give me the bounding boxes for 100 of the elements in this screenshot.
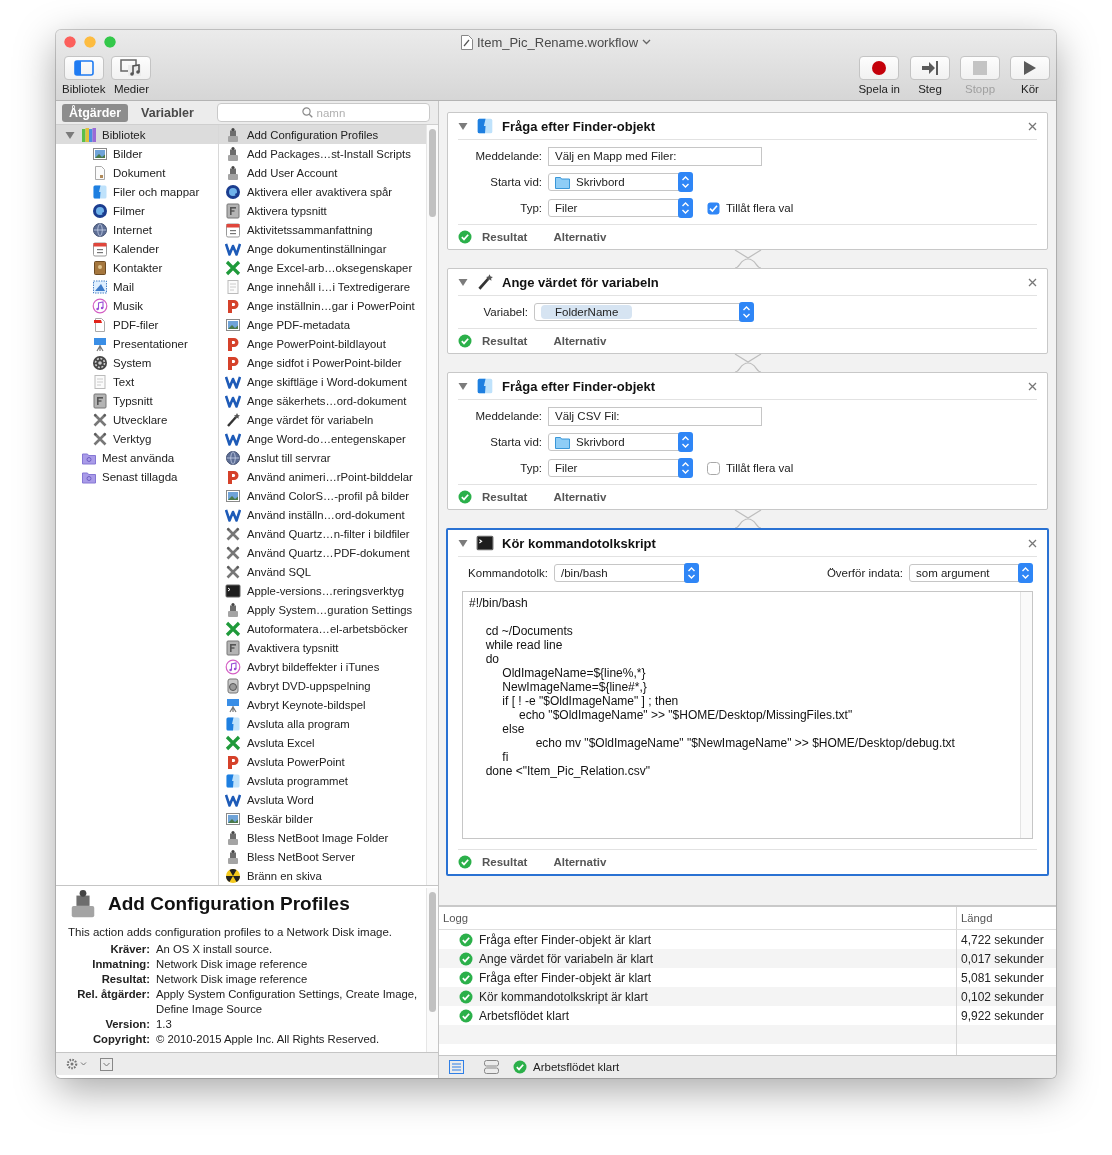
popup-button[interactable]: som argument: [909, 564, 1033, 582]
action-item[interactable]: Autoformatera…el-arbetsböcker: [219, 619, 426, 638]
library-item[interactable]: Utvecklare: [56, 410, 218, 429]
popup-button[interactable]: Filer: [548, 199, 693, 217]
column-header[interactable]: Logg: [439, 907, 956, 930]
action-item[interactable]: Ange innehåll i…i Textredigerare: [219, 277, 426, 296]
action-item[interactable]: Använd inställn…ord-dokument: [219, 505, 426, 524]
library-item[interactable]: Filmer: [56, 201, 218, 220]
popup-button[interactable]: Filer: [548, 459, 693, 477]
action-item[interactable]: Ange Word-do…entegenskaper: [219, 429, 426, 448]
popup-button[interactable]: Skrivbord: [548, 433, 693, 451]
action-item[interactable]: Ange sidfot i PowerPoint-bilder: [219, 353, 426, 372]
message-field[interactable]: Välj en Mapp med Filer:: [548, 146, 762, 166]
column-header[interactable]: Längd: [956, 907, 1056, 930]
scrollbar[interactable]: [426, 888, 438, 1052]
log-row[interactable]: Ange värdet för variabeln är klart 0,017 sekunder: [439, 949, 1056, 968]
action-item[interactable]: Aktivitetssammanfattning: [219, 220, 426, 239]
script-editor[interactable]: #!/bin/bash cd ~/Documents while read line do OldImageName=${line%,*} NewImageName=${line#*,} if [ ! -e "$OldImageName" ] ; then echo "$OldImageName" >> "$HOME/Desktop/MissingFiles.txt" else echo mv "$OldImageName" "$NewImageName" >> $HOME/Desktop/debug.txt fi done <"Item_Pic_Relation.csv": [462, 591, 1033, 839]
library-item[interactable]: Filer och mappar: [56, 182, 218, 201]
action-card[interactable]: Fråga efter Finder-objekt Meddelande: Välj en Mapp med Filer: Starta vid: Skrivbord Typ: Filer Tillåt flera val Resultat Alternativ: [447, 112, 1048, 250]
action-item[interactable]: Aktivera typsnitt: [219, 201, 426, 220]
results-tab[interactable]: Resultat: [482, 231, 528, 243]
action-item[interactable]: Apply System…guration Settings: [219, 600, 426, 619]
results-tab[interactable]: Resultat: [482, 491, 528, 503]
library-item[interactable]: System: [56, 353, 218, 372]
options-tab[interactable]: Alternativ: [553, 231, 607, 243]
library-item[interactable]: PDF-filer: [56, 315, 218, 334]
action-item[interactable]: Ange säkerhets…ord-dokument: [219, 391, 426, 410]
action-item[interactable]: Ange dokumentinställningar: [219, 239, 426, 258]
action-item[interactable]: Ange inställnin…gar i PowerPoint: [219, 296, 426, 315]
action-item[interactable]: Använd animeri…rPoint-bilddelar: [219, 467, 426, 486]
library-item[interactable]: Verktyg: [56, 429, 218, 448]
chevron-icon[interactable]: [642, 39, 652, 45]
action-item[interactable]: Beskär bilder: [219, 809, 426, 828]
checkbox[interactable]: [707, 461, 720, 475]
disclosure-triangle[interactable]: [458, 277, 468, 287]
close-icon[interactable]: [1028, 381, 1037, 391]
split-view-icon[interactable]: [484, 1060, 499, 1074]
action-item[interactable]: Använd SQL: [219, 562, 426, 581]
library-item[interactable]: Bilder: [56, 144, 218, 163]
action-item[interactable]: Ange PowerPoint-bildlayout: [219, 334, 426, 353]
action-item[interactable]: Avbryt DVD-uppspelning: [219, 676, 426, 695]
action-item[interactable]: Bless NetBoot Image Folder: [219, 828, 426, 847]
action-item[interactable]: Använd Quartz…PDF-dokument: [219, 543, 426, 562]
library-item[interactable]: Bibliotek: [56, 125, 218, 144]
action-item[interactable]: Anslut till servrar: [219, 448, 426, 467]
action-item[interactable]: Avbryt bildeffekter i iTunes: [219, 657, 426, 676]
action-item[interactable]: Avaktivera typsnitt: [219, 638, 426, 657]
results-tab[interactable]: Resultat: [482, 335, 528, 347]
library-item[interactable]: Kalender: [56, 239, 218, 258]
action-item[interactable]: Aktivera eller avaktivera spår: [219, 182, 426, 201]
library-item[interactable]: Mail: [56, 277, 218, 296]
disclosure-triangle[interactable]: [458, 538, 468, 548]
options-tab[interactable]: Alternativ: [553, 335, 607, 347]
action-item[interactable]: Avbryt Keynote-bildspel: [219, 695, 426, 714]
action-item[interactable]: Bränn en skiva: [219, 866, 426, 885]
action-item[interactable]: Ange Excel-arb…oksegenskaper: [219, 258, 426, 277]
library-item[interactable]: Kontakter: [56, 258, 218, 277]
library-item[interactable]: Internet: [56, 220, 218, 239]
action-item[interactable]: Avsluta Excel: [219, 733, 426, 752]
scrollbar[interactable]: [426, 125, 438, 885]
library-item[interactable]: Presentationer: [56, 334, 218, 353]
library-item[interactable]: Musik: [56, 296, 218, 315]
action-item[interactable]: Bless NetBoot Server: [219, 847, 426, 866]
close-icon[interactable]: [1028, 538, 1037, 548]
library-item[interactable]: Text: [56, 372, 218, 391]
log-row[interactable]: Kör kommandotolkskript är klart 0,102 sekunder: [439, 987, 1056, 1006]
popup-button[interactable]: /bin/bash: [554, 564, 699, 582]
action-item[interactable]: Ange värdet för variabeln: [219, 410, 426, 429]
action-card[interactable]: [446, 528, 1049, 876]
results-tab[interactable]: Resultat: [482, 856, 528, 868]
options-tab[interactable]: Alternativ: [553, 491, 607, 503]
tab[interactable]: Variabler: [134, 103, 201, 122]
close-icon[interactable]: [1028, 121, 1037, 131]
disclosure-triangle[interactable]: [458, 121, 468, 131]
action-item[interactable]: Add Configuration Profiles: [219, 125, 426, 144]
action-item[interactable]: Använd ColorS…-profil på bilder: [219, 486, 426, 505]
action-item[interactable]: Använd Quartz…n-filter i bildfiler: [219, 524, 426, 543]
action-item[interactable]: Avsluta Word: [219, 790, 426, 809]
action-item[interactable]: Apple-versions…reringsverktyg: [219, 581, 426, 600]
message-field[interactable]: Välj CSV Fil:: [548, 406, 762, 426]
library-item[interactable]: Dokument: [56, 163, 218, 182]
library-item[interactable]: Typsnitt: [56, 391, 218, 410]
checkbox[interactable]: [707, 201, 720, 215]
action-card[interactable]: Fråga efter Finder-objekt Meddelande: Välj CSV Fil: Starta vid: Skrivbord Typ: Filer Tillåt flera val Resultat Alternativ: [447, 372, 1048, 510]
variable-popup[interactable]: FolderName: [534, 303, 754, 321]
action-card[interactable]: Ange värdet för variabeln Variabel: FolderName Resultat Alternativ: [447, 268, 1048, 354]
close-button[interactable]: [64, 36, 76, 48]
action-item[interactable]: Ange PDF-metadata: [219, 315, 426, 334]
options-tab[interactable]: Alternativ: [553, 856, 607, 868]
action-item[interactable]: Avsluta PowerPoint: [219, 752, 426, 771]
close-icon[interactable]: [1028, 277, 1037, 287]
action-item[interactable]: Avsluta programmet: [219, 771, 426, 790]
action-item[interactable]: Ange skiftläge i Word-dokument: [219, 372, 426, 391]
disclosure-triangle[interactable]: [458, 381, 468, 391]
popup-button[interactable]: Skrivbord: [548, 173, 693, 191]
action-item[interactable]: Add Packages…st-Install Scripts: [219, 144, 426, 163]
action-item[interactable]: Add User Account: [219, 163, 426, 182]
library-item[interactable]: Mest använda: [56, 448, 218, 467]
disclosure-triangle[interactable]: [65, 129, 75, 140]
